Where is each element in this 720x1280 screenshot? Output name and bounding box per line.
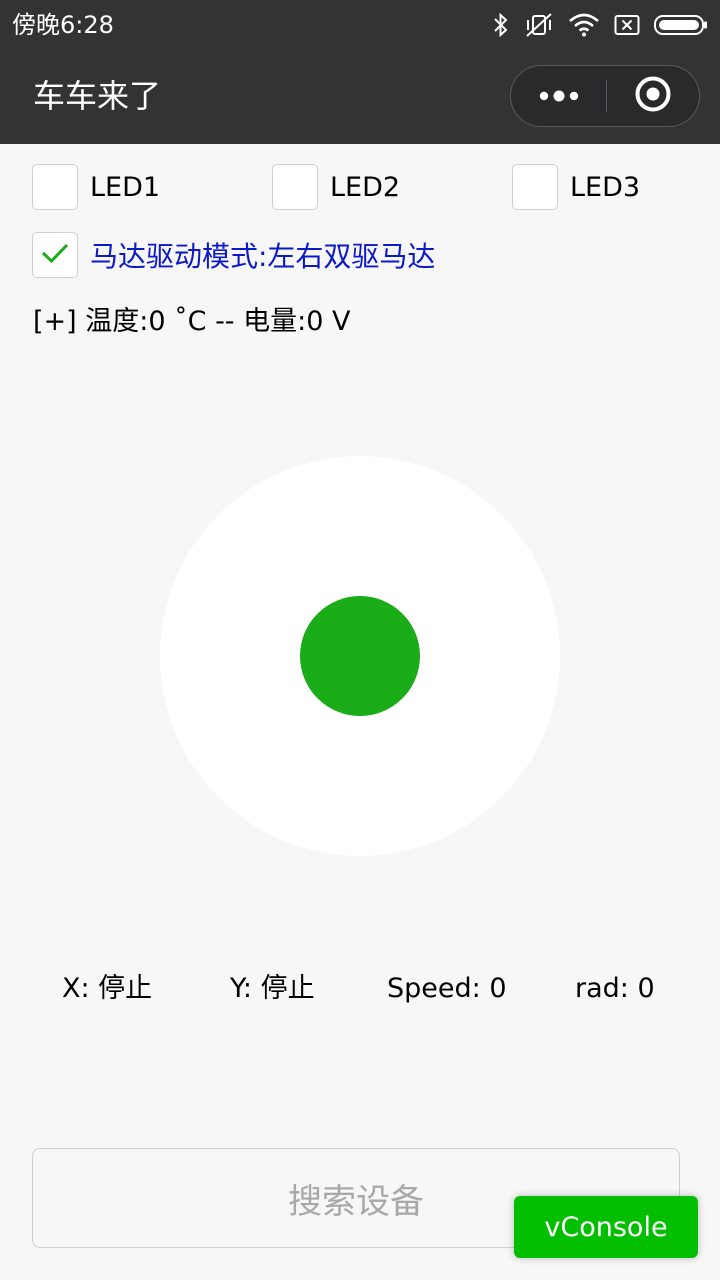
x-readout: X: 停止 <box>62 973 153 1004</box>
sim-none-icon <box>614 14 640 36</box>
page-title: 车车来了 <box>33 77 162 115</box>
led3-checkbox[interactable] <box>512 164 558 210</box>
status-icons <box>492 10 708 40</box>
led3-option[interactable]: LED3 <box>512 164 640 210</box>
rad-readout: rad: 0 <box>575 973 655 1004</box>
close-button[interactable] <box>607 66 699 126</box>
vconsole-button[interactable]: vConsole <box>514 1196 698 1258</box>
vibrate-off-icon <box>524 12 554 38</box>
y-readout: Y: 停止 <box>230 973 315 1004</box>
motor-mode-checkbox[interactable] <box>32 232 78 278</box>
led3-label: LED3 <box>570 171 641 203</box>
target-circle-icon <box>634 75 672 117</box>
more-button[interactable] <box>511 66 606 126</box>
led2-label: LED2 <box>330 171 401 203</box>
nav-bar: 车车来了 <box>0 50 720 144</box>
status-time: 傍晚6:28 <box>12 11 114 39</box>
sensor-info: [+] 温度:0 ˚C -- 电量:0 V <box>33 306 351 337</box>
menu-capsule <box>510 65 700 127</box>
battery-icon <box>654 14 708 36</box>
wifi-icon <box>568 13 600 37</box>
speed-readout: Speed: 0 <box>387 973 507 1004</box>
led1-label: LED1 <box>90 171 161 203</box>
bluetooth-icon <box>492 12 510 38</box>
checkmark-icon <box>40 241 70 269</box>
motor-mode-option[interactable]: 马达驱动模式:左右双驱马达 <box>32 232 435 278</box>
motor-mode-label: 马达驱动模式:左右双驱马达 <box>90 240 436 273</box>
led-row: LED1 LED2 LED3 <box>0 164 720 212</box>
status-bar: 傍晚6:28 <box>0 0 720 50</box>
more-dots-icon <box>539 87 579 106</box>
joystick-knob[interactable] <box>300 596 420 716</box>
led1-option[interactable]: LED1 <box>32 164 160 210</box>
led1-checkbox[interactable] <box>32 164 78 210</box>
led2-checkbox[interactable] <box>272 164 318 210</box>
led2-option[interactable]: LED2 <box>272 164 400 210</box>
